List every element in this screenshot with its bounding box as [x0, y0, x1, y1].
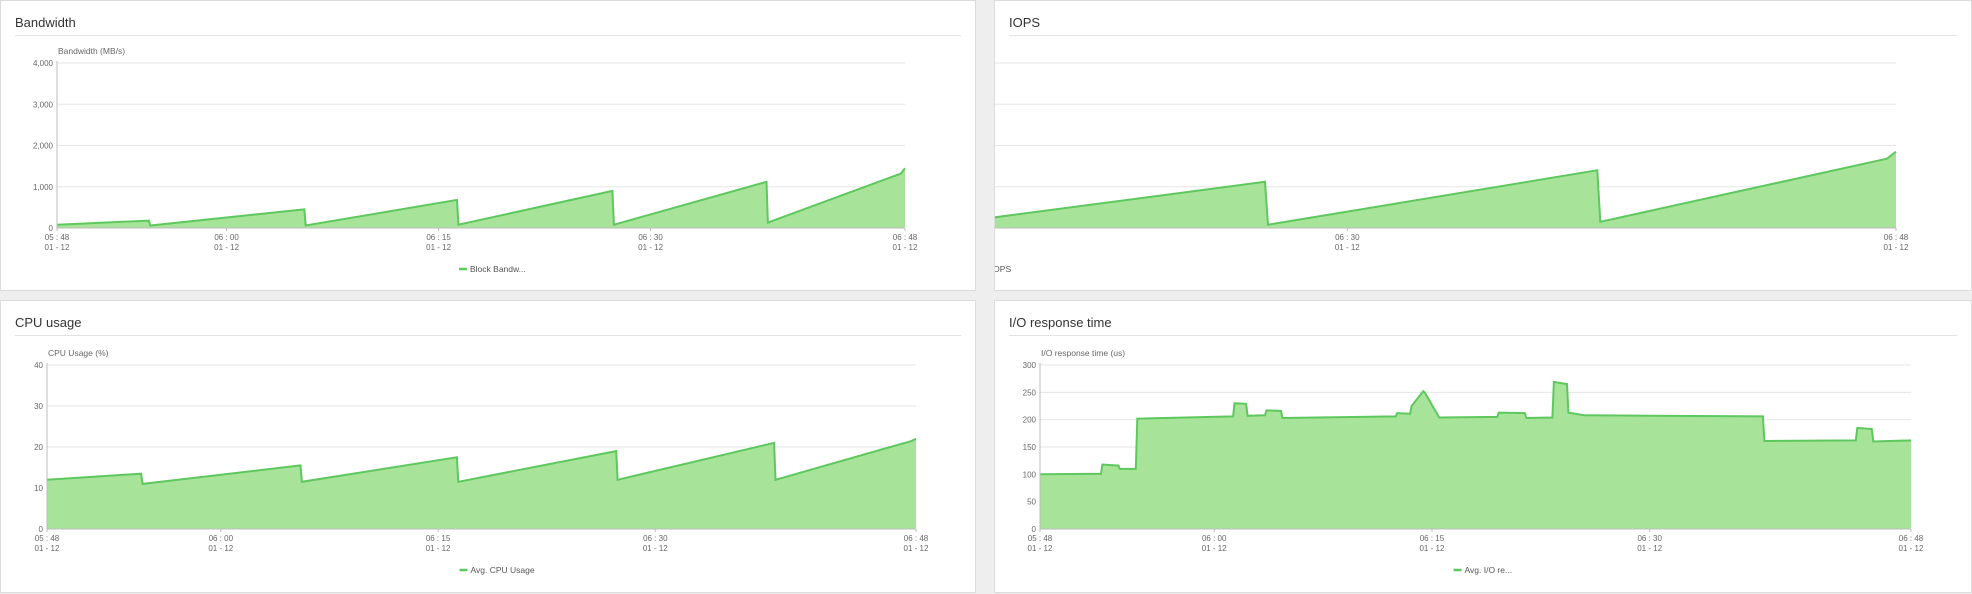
x-tick-time: 06 : 30 — [1335, 233, 1360, 242]
x-tick-time: 05 : 48 — [35, 534, 60, 543]
y-axis-title: CPU Usage (%) — [48, 348, 109, 358]
y-axis-title: Bandwidth (MB/s) — [58, 46, 125, 56]
series-line — [56, 167, 906, 227]
x-tick-time: 06 : 15 — [426, 534, 451, 543]
series-line — [46, 437, 917, 486]
x-tick-time: 06 : 15 — [1420, 534, 1445, 543]
y-tick-label: 2,000 — [33, 142, 54, 151]
x-tick-date: 01 - 12 — [426, 544, 451, 553]
y-tick-label: 1,000 — [33, 183, 54, 192]
x-tick-time: 06 : 30 — [1637, 534, 1662, 543]
bandwidth-panel: Bandwidth 0 1,000 2,000 3,000 4,000 Bandwidth… — [0, 0, 976, 291]
y-tick-label: 0 — [49, 224, 54, 233]
x-tick-date: 01 - 12 — [638, 243, 663, 252]
x-tick-time: 06 : 00 — [214, 233, 239, 242]
x-tick-date: 01 - 12 — [1419, 544, 1444, 553]
io-response-time-chart: 0 50 100 150 200 250 300 I/O response time (us)… — [1023, 348, 1924, 575]
x-tick-date: 01 - 12 — [45, 243, 70, 252]
x-tick-date: 01 - 12 — [1202, 544, 1227, 553]
x-tick-date: 01 - 12 — [643, 544, 668, 553]
legend-label: Avg. CPU Usage — [471, 565, 535, 575]
x-tick-time: 06 : 30 — [638, 233, 663, 242]
iops-chart: 0100,000200,000300,000400,000IOPS(IO/s)0… — [995, 62, 1909, 274]
y-tick-label: 0 — [39, 525, 44, 534]
series-area — [995, 151, 1896, 228]
x-tick-date: 01 - 12 — [1637, 544, 1662, 553]
y-tick-label: 50 — [1027, 498, 1036, 507]
legend-label: Avg. I/O re... — [1465, 565, 1513, 575]
x-tick-time: 05 : 48 — [1028, 534, 1053, 543]
x-tick-time: 06 : 30 — [643, 534, 668, 543]
legend-label: Block Bandw... — [470, 264, 526, 274]
y-tick-label: 4,000 — [33, 59, 54, 68]
x-tick-date: 01 - 12 — [1028, 544, 1053, 553]
y-tick-label: 300 — [1023, 361, 1037, 370]
series-area — [47, 438, 916, 529]
bandwidth-chart: 0 1,000 2,000 3,000 4,000 Bandwidth (MB/s) 05 … — [33, 46, 918, 274]
cpu-usage-chart: 010203040CPU Usage (%)05 : 4801 - 1206 :… — [34, 348, 929, 575]
y-tick-label: 200 — [1023, 416, 1037, 425]
x-tick-date: 01 - 12 — [208, 544, 233, 553]
x-tick-time: 06 : 48 — [904, 534, 929, 543]
y-tick-label: 100 — [1023, 470, 1037, 479]
y-tick-label: 20 — [34, 443, 43, 452]
y-tick-label: 30 — [34, 402, 43, 411]
legend-label: Total IOPS — [995, 264, 1011, 274]
x-tick-date: 01 - 12 — [893, 243, 918, 252]
cpu-usage-panel: CPU usage 0 10 20 30 40 CPU Usage (%) 05 : 48 0… — [0, 300, 976, 593]
x-tick-date: 01 - 12 — [426, 243, 451, 252]
y-tick-label: 40 — [34, 361, 43, 370]
x-tick-time: 06 : 48 — [1884, 233, 1909, 242]
y-tick-label: 150 — [1023, 443, 1037, 452]
iops-panel: IOPS 0100,000200,000300,000400,000IOPS(I… — [994, 0, 1972, 291]
x-tick-time: 06 : 00 — [209, 534, 234, 543]
x-tick-time: 06 : 00 — [1202, 534, 1227, 543]
x-tick-date: 01 - 12 — [1884, 243, 1909, 252]
x-tick-date: 01 - 12 — [214, 243, 239, 252]
y-tick-label: 0 — [1032, 525, 1037, 534]
y-axis-title: I/O response time (us) — [1041, 348, 1125, 358]
series-area — [1040, 381, 1911, 529]
x-tick-date: 01 - 12 — [35, 544, 60, 553]
io-response-time-panel: I/O response time 0 50 100 150 200 250 300 I/O … — [994, 300, 1972, 593]
x-tick-date: 01 - 12 — [904, 544, 929, 553]
y-tick-label: 10 — [34, 484, 43, 493]
x-tick-date: 01 - 12 — [1335, 243, 1360, 252]
x-tick-time: 06 : 15 — [426, 233, 451, 242]
x-tick-time: 06 : 48 — [1899, 534, 1924, 543]
x-tick-time: 05 : 48 — [45, 233, 70, 242]
x-tick-date: 01 - 12 — [1899, 544, 1924, 553]
x-tick-time: 06 : 48 — [893, 233, 918, 242]
y-tick-label: 3,000 — [33, 100, 54, 109]
y-tick-label: 250 — [1023, 388, 1037, 397]
